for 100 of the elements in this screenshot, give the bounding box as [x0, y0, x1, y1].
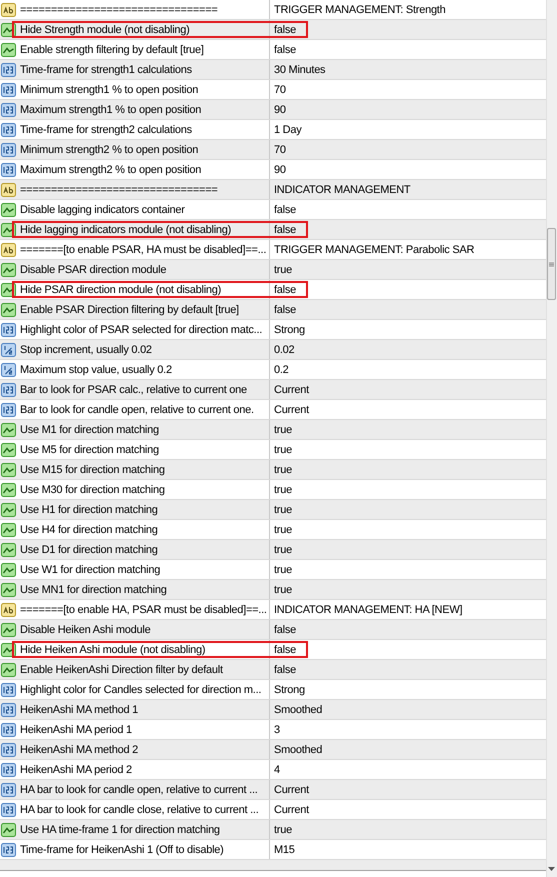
parameter-name: Maximum strength1 % to open position [20, 104, 202, 116]
parameter-name: HA bar to look for candle close, relative to current ... [20, 804, 259, 816]
parameter-name: Hide Strength module (not disabling) [20, 24, 190, 36]
table-row[interactable]: ================================ INDICATOR MANAGEMENT [0, 180, 546, 200]
parameter-value: true [274, 524, 292, 536]
parameter-value: Strong [274, 684, 305, 696]
parameter-name: Highlight color of PSAR selected for direction matc... [20, 324, 262, 336]
parameter-name: Maximum strength2 % to open position [20, 164, 202, 176]
table-row[interactable]: Time-frame for strength1 calculations 30 Minutes [0, 60, 546, 80]
parameter-name: HA bar to look for candle open, relative to current ... [20, 784, 258, 796]
table-row[interactable]: Hide Strength module (not disabling) false [0, 20, 546, 40]
parameter-value: true [274, 264, 292, 276]
parameter-value: Current [274, 804, 309, 816]
parameter-value: true [274, 464, 292, 476]
parameter-name: Use H1 for direction matching [20, 504, 158, 516]
table-row[interactable]: HA bar to look for candle open, relative to current ... Current [0, 780, 546, 800]
parameter-name: Bar to look for candle open, relative to current one. [20, 404, 254, 416]
table-row[interactable]: Stop increment, usually 0.02 0.02 [0, 340, 546, 360]
parameter-value: true [274, 484, 292, 496]
parameter-name: HeikenAshi MA period 2 [20, 764, 132, 776]
parameter-name: Disable Heiken Ashi module [20, 624, 150, 636]
parameter-name: HeikenAshi MA method 2 [20, 744, 138, 756]
parameter-value: false [274, 24, 296, 36]
parameter-value: 0.2 [274, 364, 289, 376]
parameter-value: 3 [274, 724, 280, 736]
parameter-name: Use D1 for direction matching [20, 544, 158, 556]
parameter-value: 1 Day [274, 124, 302, 136]
table-row[interactable]: Use D1 for direction matching true [0, 540, 546, 560]
parameter-name: Use M1 for direction matching [20, 424, 159, 436]
scrollbar-thumb[interactable] [547, 228, 556, 300]
parameter-name: Bar to look for PSAR calc., relative to current one [20, 384, 247, 396]
scroll-down-icon[interactable] [548, 867, 556, 871]
parameter-value: true [274, 564, 292, 576]
parameter-value: true [274, 444, 292, 456]
parameter-value: M15 [274, 844, 295, 856]
parameter-value: 0.02 [274, 344, 294, 356]
parameter-name: Use M30 for direction matching [20, 484, 165, 496]
parameter-name: Stop increment, usually 0.02 [20, 344, 152, 356]
scrollbar-track[interactable] [546, 0, 557, 877]
parameter-value: true [274, 424, 292, 436]
parameter-value: 70 [274, 84, 286, 96]
table-row[interactable]: Bar to look for PSAR calc., relative to current one Current [0, 380, 546, 400]
parameter-value: false [274, 664, 296, 676]
parameter-name: Time-frame for strength2 calculations [20, 124, 192, 136]
parameter-value: false [274, 644, 296, 656]
parameter-value: Strong [274, 324, 305, 336]
parameter-value: Current [274, 404, 309, 416]
parameter-name: Hide PSAR direction module (not disabling) [20, 284, 222, 296]
parameter-value: true [274, 824, 292, 836]
table-row[interactable]: Use M15 for direction matching true [0, 460, 546, 480]
parameter-value: 4 [274, 764, 280, 776]
parameter-name: Use M5 for direction matching [20, 444, 159, 456]
table-row[interactable]: Use HA time-frame 1 for direction matching true [0, 820, 546, 840]
table-row[interactable]: Maximum strength1 % to open position 90 [0, 100, 546, 120]
parameter-name: Enable PSAR Direction filtering by default [true] [20, 304, 239, 316]
parameter-value: false [274, 624, 296, 636]
table-row[interactable]: Disable Heiken Ashi module false [0, 620, 546, 640]
table-row[interactable]: Use H1 for direction matching true [0, 500, 546, 520]
parameter-name: =======[to enable PSAR, HA must be disabled]==... [20, 244, 266, 256]
parameter-value: true [274, 504, 292, 516]
parameter-name: Disable lagging indicators container [20, 204, 185, 216]
parameter-name: Use HA time-frame 1 for direction matching [20, 824, 220, 836]
parameter-value: TRIGGER MANAGEMENT: Parabolic SAR [274, 244, 474, 256]
parameter-name: ================================ [20, 184, 218, 196]
table-row[interactable]: Use M1 for direction matching true [0, 420, 546, 440]
table-row[interactable]: Disable PSAR direction module true [0, 260, 546, 280]
table-row[interactable]: Minimum strength2 % to open position 70 [0, 140, 546, 160]
parameter-value: true [274, 544, 292, 556]
parameter-name: Minimum strength1 % to open position [20, 84, 198, 96]
parameter-name: Minimum strength2 % to open position [20, 144, 198, 156]
table-row[interactable]: Enable HeikenAshi Direction filter by default false [0, 660, 546, 680]
table-row[interactable]: Enable PSAR Direction filtering by default [true] false [0, 300, 546, 320]
parameter-value: false [274, 224, 296, 236]
table-row[interactable]: HeikenAshi MA method 2 Smoothed [0, 740, 546, 760]
parameter-value: false [274, 284, 296, 296]
parameter-name: ================================ [20, 4, 218, 16]
table-row[interactable]: Hide lagging indicators module (not disabling) false [0, 220, 546, 240]
parameter-name: Use W1 for direction matching [20, 564, 160, 576]
parameter-value: 30 Minutes [274, 64, 326, 76]
parameter-name: Hide Heiken Ashi module (not disabling) [20, 644, 206, 656]
parameter-name: HeikenAshi MA method 1 [20, 704, 138, 716]
parameter-value: Current [274, 784, 309, 796]
parameter-name: Maximum stop value, usually 0.2 [20, 364, 172, 376]
parameter-name: Hide lagging indicators module (not disabling) [20, 224, 232, 236]
parameter-value: false [274, 44, 296, 56]
parameter-value: Smoothed [274, 704, 322, 716]
parameter-value: 70 [274, 144, 286, 156]
parameter-value: false [274, 204, 296, 216]
parameter-value: TRIGGER MANAGEMENT: Strength [274, 4, 446, 16]
parameter-name: Time-frame for strength1 calculations [20, 64, 192, 76]
parameter-name: Disable PSAR direction module [20, 264, 166, 276]
parameter-name: Enable strength filtering by default [true] [20, 44, 204, 56]
parameter-value: 90 [274, 164, 286, 176]
parameter-name: Use MN1 for direction matching [20, 584, 167, 596]
table-row[interactable]: Use MN1 for direction matching true [0, 580, 546, 600]
parameter-value: 90 [274, 104, 286, 116]
parameter-value: INDICATOR MANAGEMENT [274, 184, 410, 196]
parameter-name: Time-frame for HeikenAshi 1 (Off to disable) [20, 844, 224, 856]
table-row[interactable]: HeikenAshi MA method 1 Smoothed [0, 700, 546, 720]
parameter-name: Use M15 for direction matching [20, 464, 165, 476]
